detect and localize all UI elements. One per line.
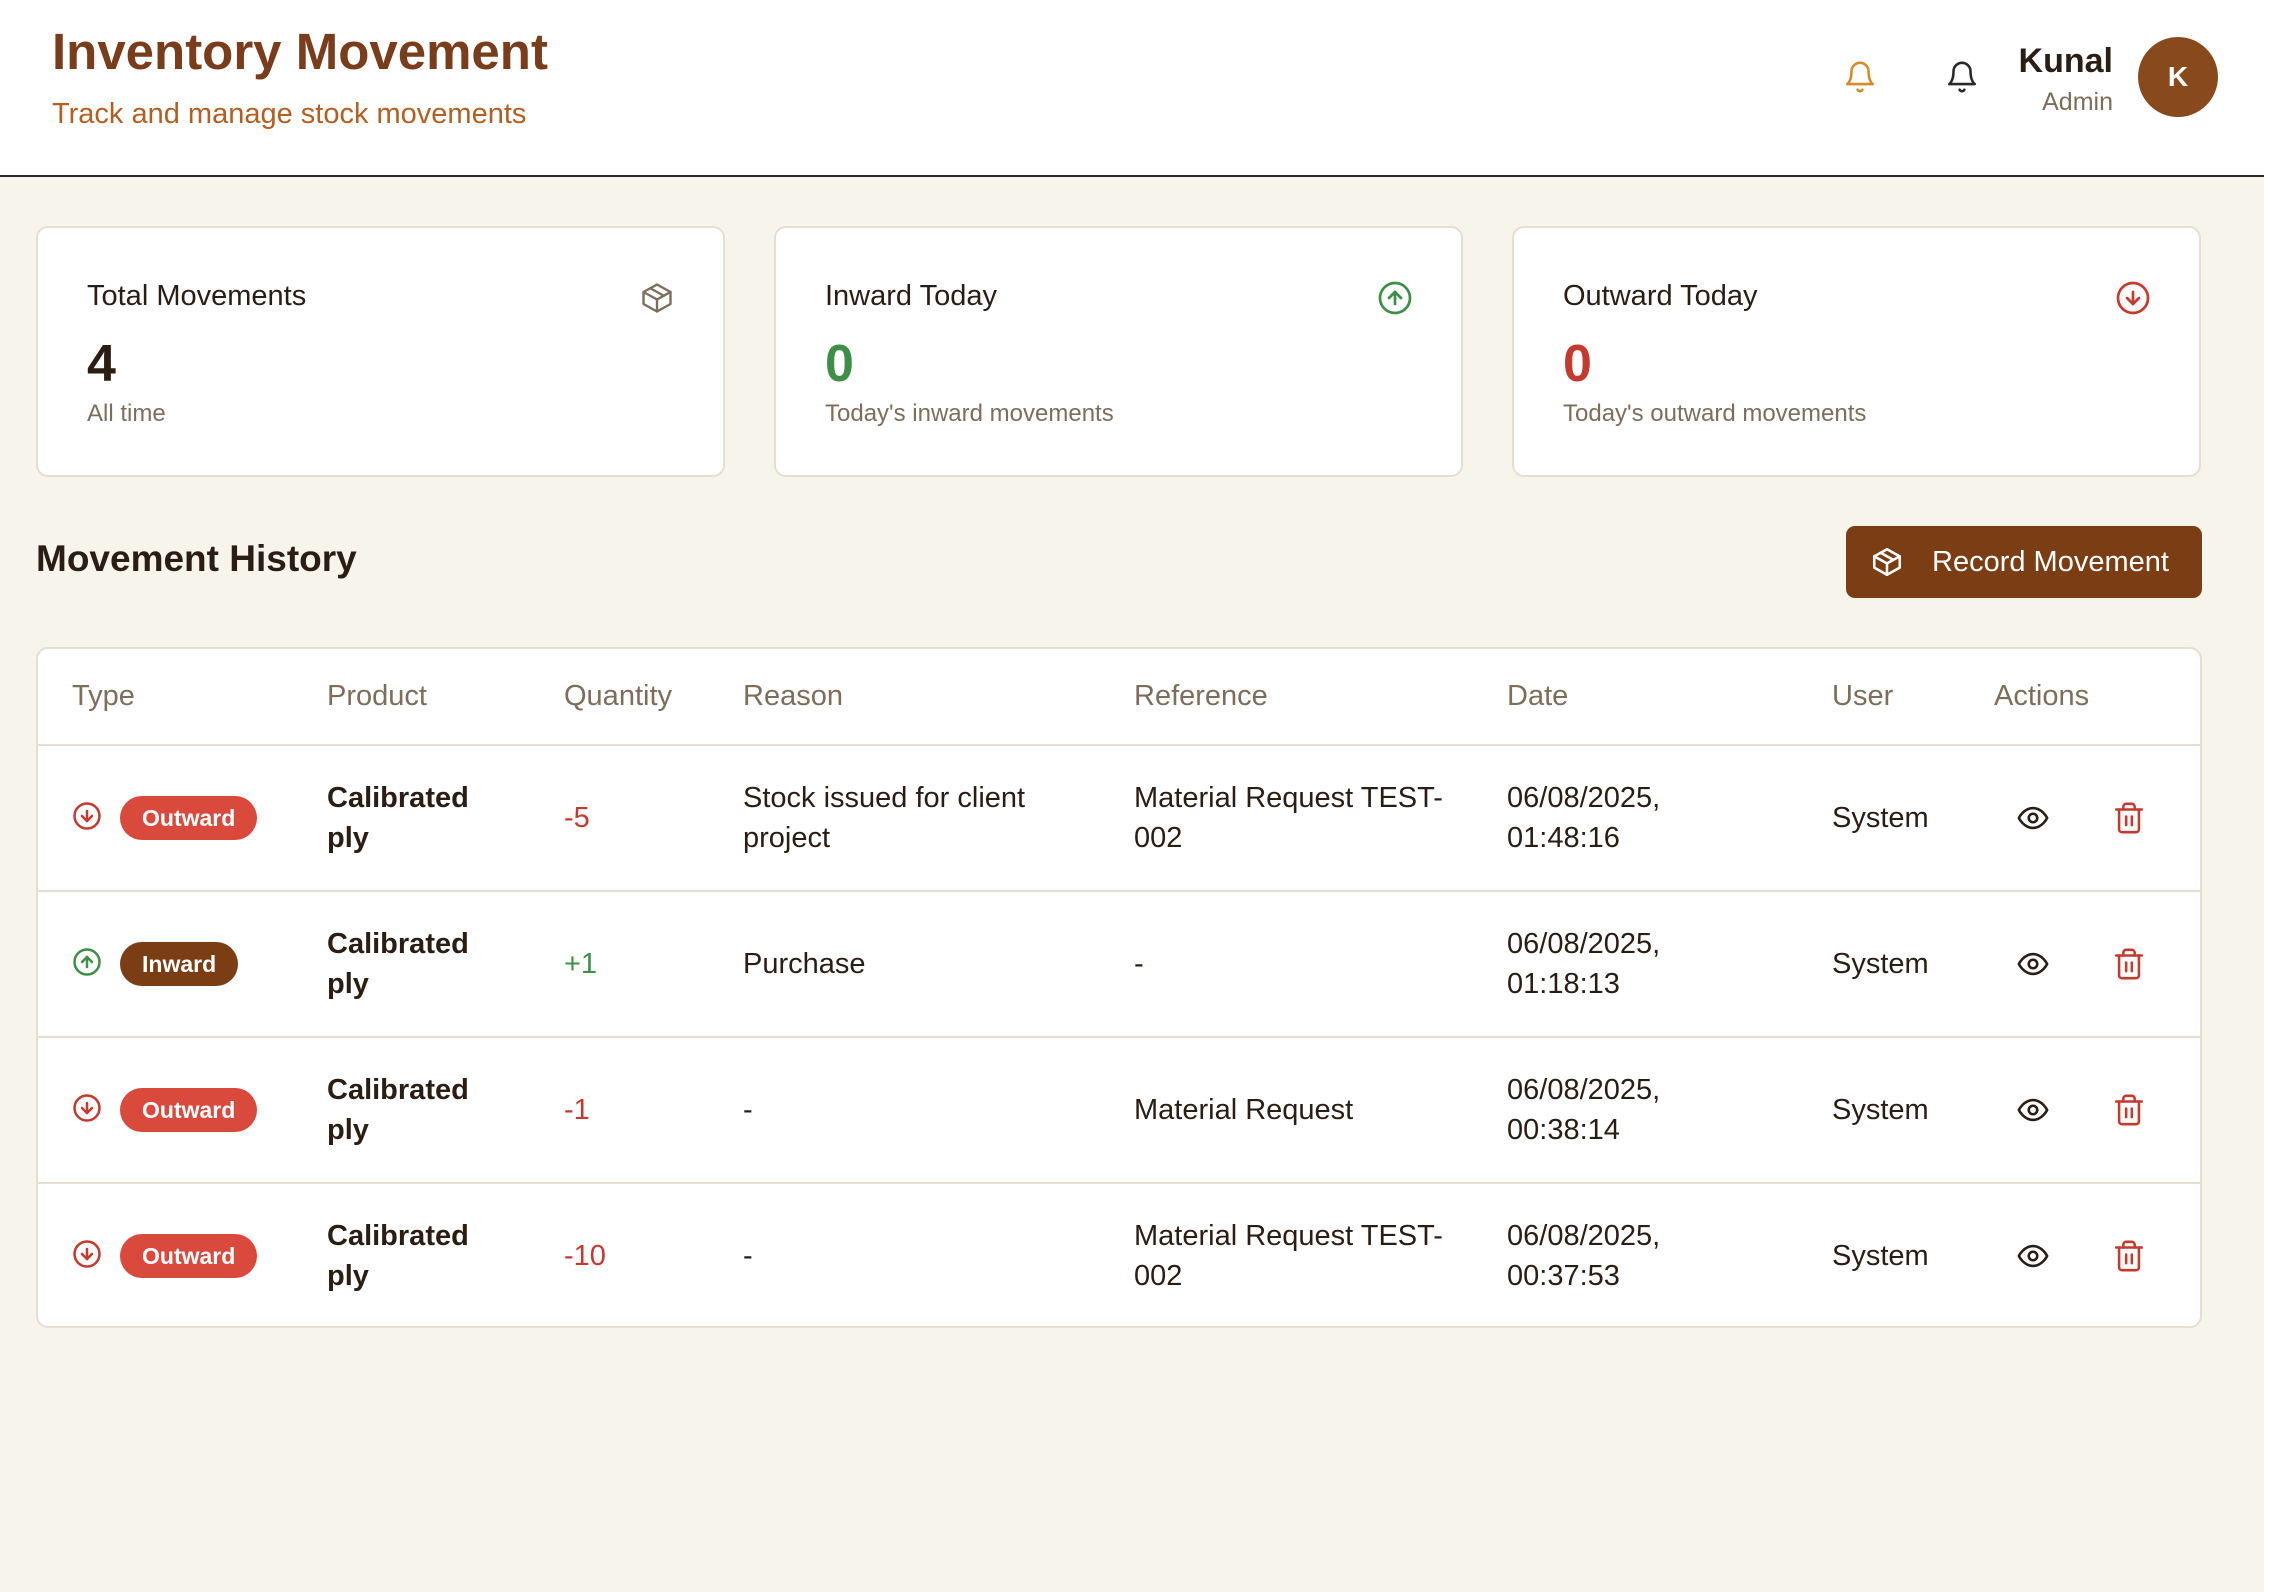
reason-cell: Purchase bbox=[743, 948, 866, 980]
stat-label: Total Movements bbox=[87, 280, 307, 312]
product-cell: Calibrated ply bbox=[327, 782, 469, 854]
eye-icon[interactable] bbox=[2016, 947, 2050, 981]
quantity-cell: -5 bbox=[564, 802, 590, 834]
product-cell: Calibrated ply bbox=[327, 928, 469, 1000]
trash-icon[interactable] bbox=[2112, 800, 2146, 836]
reference-cell: Material Request TEST-002 bbox=[1134, 782, 1443, 854]
reference-cell: Material Request TEST-002 bbox=[1134, 1220, 1443, 1292]
product-cell: Calibrated ply bbox=[327, 1074, 469, 1146]
movement-history-table: Type Product Quantity Reason Reference D… bbox=[36, 647, 2202, 1328]
table-row: Inward Calibrated ply +1 Purchase - 06/0… bbox=[38, 892, 2200, 1038]
stat-card-total-movements: Total Movements 4 All time bbox=[36, 226, 725, 477]
type-badge-outward: Outward bbox=[120, 796, 258, 840]
reference-cell: - bbox=[1134, 948, 1144, 980]
notification-bell-button[interactable] bbox=[1835, 52, 1885, 102]
stat-value: 4 bbox=[87, 335, 116, 393]
window-edge bbox=[2264, 0, 2282, 1592]
package-icon bbox=[642, 283, 672, 313]
table-row: Outward Calibrated ply -10 - Material Re… bbox=[38, 1184, 2200, 1326]
avatar[interactable]: K bbox=[2138, 37, 2218, 117]
stat-card-outward-today: Outward Today 0 Today's outward movement… bbox=[1512, 226, 2201, 477]
arrow-up-circle-icon bbox=[1378, 281, 1412, 315]
stat-card-inward-today: Inward Today 0 Today's inward movements bbox=[774, 226, 1463, 477]
reason-cell: Stock issued for client project bbox=[743, 782, 1026, 854]
user-cell: System bbox=[1832, 948, 1929, 980]
column-header-actions: Actions bbox=[1994, 680, 2090, 712]
column-header-user[interactable]: User bbox=[1832, 680, 1893, 713]
page-header: Inventory Movement Track and manage stoc… bbox=[0, 0, 2264, 177]
stat-subtext: All time bbox=[87, 400, 166, 427]
type-badge-inward: Inward bbox=[120, 942, 239, 986]
table-row: Outward Calibrated ply -1 - Material Req… bbox=[38, 1038, 2200, 1184]
column-header-reason[interactable]: Reason bbox=[743, 680, 843, 713]
eye-icon[interactable] bbox=[2016, 801, 2050, 835]
page-subtitle: Track and manage stock movements bbox=[52, 98, 527, 130]
reason-cell: - bbox=[743, 1094, 753, 1126]
product-cell: Calibrated ply bbox=[327, 1220, 469, 1292]
date-cell: 06/08/2025, 00:38:14 bbox=[1507, 1074, 1661, 1146]
trash-icon[interactable] bbox=[2112, 1238, 2146, 1274]
stat-subtext: Today's inward movements bbox=[825, 400, 1114, 427]
bell-icon bbox=[1947, 61, 1977, 93]
column-header-product[interactable]: Product bbox=[327, 680, 427, 713]
bell-icon bbox=[1845, 61, 1875, 93]
type-badge-outward: Outward bbox=[120, 1088, 258, 1132]
stat-value: 0 bbox=[825, 335, 854, 393]
table-row: Outward Calibrated ply -5 Stock issued f… bbox=[38, 746, 2200, 892]
record-movement-button[interactable]: Record Movement bbox=[1846, 526, 2202, 598]
arrow-down-circle-icon bbox=[73, 1094, 101, 1122]
user-role: Admin bbox=[2042, 88, 2113, 116]
inventory-movement-page: Inventory Movement Track and manage stoc… bbox=[0, 0, 2264, 1592]
date-cell: 06/08/2025, 01:18:13 bbox=[1507, 928, 1661, 1000]
arrow-down-circle-icon bbox=[73, 802, 101, 830]
column-header-quantity[interactable]: Quantity bbox=[564, 680, 672, 713]
reference-cell: Material Request bbox=[1134, 1094, 1354, 1126]
column-header-reference[interactable]: Reference bbox=[1134, 680, 1268, 713]
page-title: Inventory Movement bbox=[52, 23, 548, 80]
alerts-bell-button[interactable] bbox=[1937, 52, 1987, 102]
package-icon bbox=[1872, 547, 1902, 577]
date-cell: 06/08/2025, 01:48:16 bbox=[1507, 782, 1661, 854]
user-cell: System bbox=[1832, 1094, 1929, 1126]
table-header: Type Product Quantity Reason Reference D… bbox=[38, 649, 2200, 746]
quantity-cell: -1 bbox=[564, 1094, 590, 1126]
date-cell: 06/08/2025, 00:37:53 bbox=[1507, 1220, 1661, 1292]
stat-value: 0 bbox=[1563, 335, 1592, 393]
arrow-up-circle-icon bbox=[73, 948, 101, 976]
arrow-down-circle-icon bbox=[2116, 281, 2150, 315]
stat-label: Inward Today bbox=[825, 280, 997, 312]
stat-subtext: Today's outward movements bbox=[1563, 400, 1867, 427]
eye-icon[interactable] bbox=[2016, 1093, 2050, 1127]
stat-label: Outward Today bbox=[1563, 280, 1758, 312]
column-header-type[interactable]: Type bbox=[72, 680, 135, 713]
type-badge-outward: Outward bbox=[120, 1234, 258, 1278]
quantity-cell: +1 bbox=[564, 948, 598, 980]
arrow-down-circle-icon bbox=[73, 1240, 101, 1268]
reason-cell: - bbox=[743, 1240, 753, 1272]
user-cell: System bbox=[1832, 802, 1929, 834]
column-header-date[interactable]: Date bbox=[1507, 680, 1568, 713]
user-name: Kunal bbox=[2018, 42, 2113, 80]
eye-icon[interactable] bbox=[2016, 1239, 2050, 1273]
record-movement-label: Record Movement bbox=[1932, 545, 2169, 578]
trash-icon[interactable] bbox=[2112, 946, 2146, 982]
quantity-cell: -10 bbox=[564, 1240, 606, 1272]
section-title: Movement History bbox=[36, 538, 357, 579]
user-cell: System bbox=[1832, 1240, 1929, 1272]
trash-icon[interactable] bbox=[2112, 1092, 2146, 1128]
